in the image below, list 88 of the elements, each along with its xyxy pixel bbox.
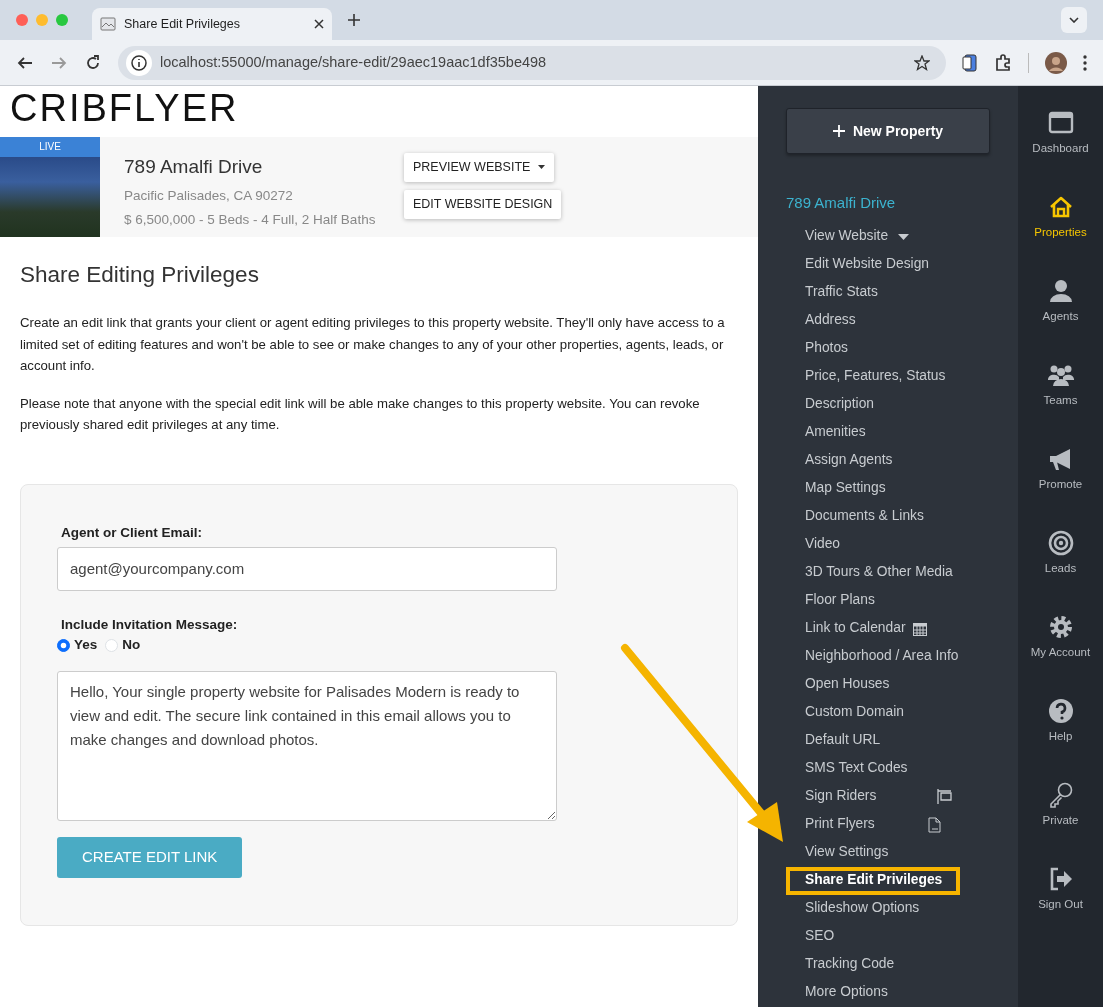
sidebar-menu-item[interactable]: Sign Riders [786, 782, 953, 811]
sidebar-menu-item[interactable]: SEO [786, 922, 835, 951]
sidebar-menu-item[interactable]: Traffic Stats [786, 278, 878, 307]
picture-icon [100, 17, 116, 31]
radio-label: Yes [74, 636, 98, 654]
page-title: Share Editing Privileges [20, 261, 260, 288]
sidebar-menu-item[interactable]: Custom Domain [786, 698, 904, 727]
close-icon[interactable] [314, 19, 324, 29]
close-window-dot[interactable] [16, 14, 28, 26]
info-icon[interactable] [126, 49, 152, 76]
nav-label[interactable]: My Account [1030, 644, 1091, 662]
nav-label[interactable]: Teams [1043, 392, 1078, 410]
email-label: Agent or Client Email: [61, 523, 203, 542]
property-link[interactable]: 789 Amalfi Drive [786, 192, 896, 215]
edit-design-button[interactable]: EDIT WEBSITE DESIGN [404, 189, 562, 219]
caret-icon [898, 233, 910, 240]
sidebar-menu-item[interactable]: Floor Plans [786, 586, 875, 615]
pdf-file-icon [927, 816, 942, 833]
browser-tab[interactable]: Share Edit Privileges [92, 8, 332, 40]
sign-icon [937, 789, 953, 804]
tab-search-button[interactable] [1061, 7, 1087, 33]
key-icon[interactable] [1047, 782, 1074, 808]
address-bar[interactable]: localhost:55000/manage/share-edit/29aec19aac1df35be498 [118, 45, 946, 80]
help-icon[interactable] [1047, 698, 1074, 724]
sidebar-menu-item[interactable]: Video [786, 530, 841, 559]
preview-dropdown-button[interactable]: PREVIEW WEBSITE [404, 153, 555, 182]
chevron-down-icon [1069, 17, 1079, 23]
active-nav-label[interactable]: Properties [1034, 224, 1087, 242]
target-icon[interactable] [1047, 530, 1074, 556]
sidebar-menu-item[interactable]: Print Flyers [786, 810, 942, 839]
nav-label[interactable]: Help [1048, 728, 1073, 746]
sidebar-menu-item[interactable]: Neighborhood / Area Info [786, 642, 959, 671]
sidebar-menu-item[interactable]: Amenities [786, 418, 866, 447]
sidebar-menu-item[interactable]: Open Houses [786, 670, 890, 699]
sidebar-menu-item[interactable]: View Settings [786, 838, 889, 867]
window-icon[interactable] [1047, 110, 1074, 136]
url-text: localhost:55000/manage/share-edit/29aec19aac1df35be498 [160, 52, 548, 72]
reload-icon[interactable] [84, 53, 102, 72]
sidebar-menu-item[interactable]: View Website [786, 222, 910, 251]
email-field[interactable]: agent@yourcompany.com [57, 546, 557, 591]
radio-label: No [122, 636, 141, 654]
description-paragraph: Create an edit link that grants your client or agent editing privileges to this property website. They'll only have access to a limited set of editing features and won't be able to see or make changes to any of your other properties, agents, leads, or account info. [20, 314, 726, 375]
person-icon[interactable] [1047, 278, 1074, 304]
sidebar-menu-item[interactable]: Description [786, 390, 874, 419]
nav-label[interactable]: Sign Out [1038, 896, 1083, 914]
description-paragraph: Please note that anyone with the special edit link will be able make changes to this property website. You can revoke previously shared edit privileges at any time. [20, 394, 701, 434]
star-icon[interactable] [914, 54, 930, 71]
sidebar-menu-item[interactable]: More Options [786, 978, 888, 1007]
radio-button[interactable] [57, 638, 70, 652]
gear-icon[interactable] [1047, 614, 1074, 640]
extensions-icon[interactable] [994, 53, 1012, 72]
nav-label[interactable]: Private [1042, 812, 1079, 830]
nav-label[interactable]: Leads [1044, 560, 1077, 578]
calendar-icon [913, 621, 928, 636]
live-badge: LIVE [0, 137, 100, 157]
property-details: $ 6,500,000 - 5 Beds - 4 Full, 2 Half Baths [124, 210, 377, 229]
new-tab-icon[interactable] [348, 14, 360, 26]
sidebar-menu-item[interactable]: Price, Features, Status [786, 362, 946, 391]
sidebar-menu-item[interactable]: Documents & Links [786, 502, 924, 531]
property-location: Pacific Palisades, CA 90272 [124, 186, 294, 205]
nav-label[interactable]: Promote [1038, 476, 1083, 494]
maximize-window-dot[interactable] [56, 14, 68, 26]
plus-icon [832, 125, 845, 137]
message-field[interactable]: Hello, Your single property website for Palisades Modern is ready to view and edit. The secure link contained in this email allows you to make changes and download photos. [57, 671, 557, 822]
sidebar-menu-item[interactable]: Slideshow Options [786, 894, 920, 923]
more-menu-icon[interactable] [1083, 54, 1087, 71]
nav-label[interactable]: Agents [1042, 308, 1079, 326]
caret-icon [538, 165, 546, 170]
sidebar-menu-item[interactable]: SMS Text Codes [786, 754, 908, 783]
sidebar-menu-item[interactable]: 3D Tours & Other Media [786, 558, 953, 587]
new-property-button[interactable]: New Property [786, 108, 990, 154]
logo-text: CRIBFLYER [9, 87, 239, 129]
minimize-window-dot[interactable] [36, 14, 48, 26]
sidebar-menu-item[interactable]: Address [786, 306, 856, 335]
sidebar-menu-item[interactable]: Assign Agents [786, 446, 893, 475]
document-icon[interactable] [962, 53, 978, 72]
sidebar-menu-item[interactable]: Share Edit Privileges [786, 866, 961, 895]
sidebar-menu-item[interactable]: Map Settings [786, 474, 886, 503]
tab-title: Share Edit Privileges [124, 15, 242, 33]
sidebar-menu-item[interactable]: Tracking Code [786, 950, 895, 979]
sidebar-menu-item[interactable]: Photos [786, 334, 848, 363]
sidebar-menu-item[interactable]: Edit Website Design [786, 250, 929, 279]
sidebar-menu-item[interactable]: Default URL [786, 726, 881, 755]
nav-label[interactable]: Dashboard [1032, 140, 1089, 158]
avatar-icon[interactable] [1045, 51, 1067, 74]
property-name: 789 Amalfi Drive [124, 155, 264, 179]
sidebar-menu-item[interactable]: Link to Calendar [786, 614, 928, 643]
message-label: Include Invitation Message: [61, 615, 239, 634]
